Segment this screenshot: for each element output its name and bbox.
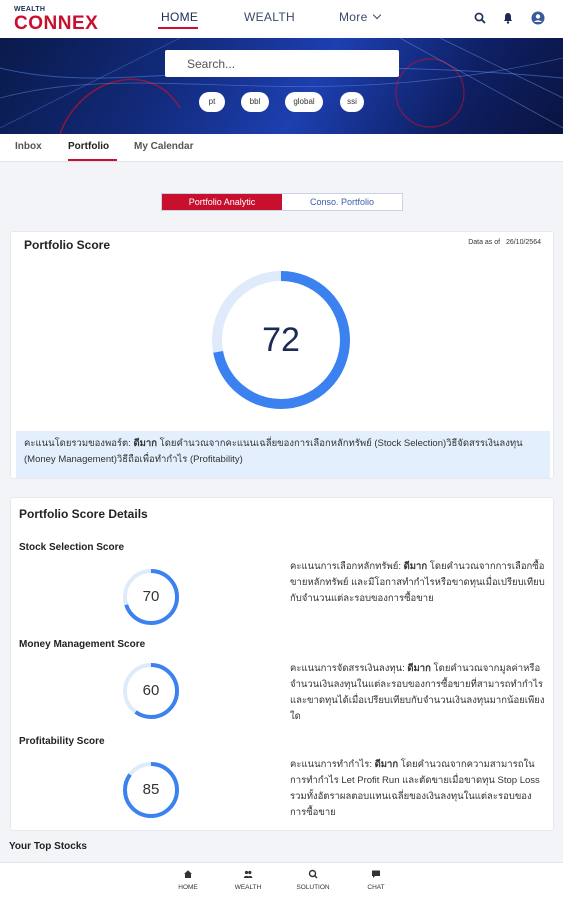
desc-prefix: คะแนนการทำกำไร: <box>290 759 375 770</box>
nav-wealth[interactable]: WEALTH <box>244 10 295 24</box>
bottom-nav-home[interactable]: HOME <box>163 869 213 891</box>
nav-more-label: More <box>339 10 368 24</box>
desc-bold: ดีมาก <box>403 561 428 572</box>
portfolio-score-details-card: Portfolio Score Details Stock Selection … <box>10 497 554 831</box>
data-as-of-label: Data as of <box>468 239 501 246</box>
portfolio-view-toggle: Portfolio Analytic Conso. Portfolio <box>161 193 403 211</box>
bottom-nav-solution-label: SOLUTION <box>296 884 330 891</box>
bottom-navbar: HOME WEALTH SOLUTION CHAT <box>0 862 563 900</box>
money-management-label: Money Management Score <box>19 639 146 650</box>
search-icon[interactable] <box>473 11 487 25</box>
bottom-nav-solution[interactable]: SOLUTION <box>288 869 338 891</box>
money-management-desc: คะแนนการจัดสรรเงินลงทุน: ดีมาก โดยคำนวณจ… <box>290 661 545 725</box>
bottom-nav-home-label: HOME <box>178 884 198 891</box>
chip-pt[interactable]: pt <box>199 92 225 112</box>
note-bold: ดีมาก <box>133 438 157 449</box>
chat-icon <box>372 870 380 878</box>
tab-inbox[interactable]: Inbox <box>15 141 42 152</box>
people-icon <box>243 870 253 878</box>
chevron-down-icon <box>372 10 381 20</box>
logo-big-text: CONNEX <box>14 13 99 34</box>
details-title: Portfolio Score Details <box>19 507 148 521</box>
top-stocks-heading: Your Top Stocks <box>9 841 87 852</box>
search-placeholder: Search... <box>187 57 236 71</box>
portfolio-score-value: 72 <box>262 321 300 359</box>
portfolio-score-title: Portfolio Score <box>24 238 111 252</box>
tab-portfolio[interactable]: Portfolio <box>68 141 109 152</box>
home-icon <box>184 870 192 878</box>
tab-portfolio-underline <box>68 159 117 161</box>
desc-prefix: คะแนนการจัดสรรเงินลงทุน: <box>290 663 408 674</box>
user-avatar-icon[interactable] <box>531 11 545 25</box>
search-input[interactable]: Search... <box>165 50 399 77</box>
hero-banner: Search... pt bbl global ssi <box>0 38 563 134</box>
sub-tabs: Inbox Portfolio My Calendar <box>0 134 563 162</box>
desc-prefix: คะแนนการเลือกหลักทรัพย์: <box>290 561 404 572</box>
data-as-of: Data as of 26/10/2564 <box>468 239 541 246</box>
bottom-nav-chat[interactable]: CHAT <box>351 869 401 891</box>
stock-selection-label: Stock Selection Score <box>19 542 125 553</box>
note-prefix: คะแนนโดยรวมของพอร์ต: <box>24 438 134 449</box>
data-as-of-date: 26/10/2564 <box>505 239 541 246</box>
profitability-label: Profitability Score <box>19 736 105 747</box>
money-management-score: 60 <box>142 682 160 699</box>
top-navbar: WEALTH CONNEX HOME WEALTH More <box>0 0 563 38</box>
stock-selection-desc: คะแนนการเลือกหลักทรัพย์: ดีมาก โดยคำนวณจ… <box>290 559 545 607</box>
solution-icon <box>308 869 318 879</box>
portfolio-score-card: Portfolio Score Data as of 26/10/2564 72… <box>10 231 554 479</box>
profitability-desc: คะแนนการทำกำไร: ดีมาก โดยคำนวณจากความสาม… <box>290 757 545 821</box>
tab-my-calendar[interactable]: My Calendar <box>134 141 193 152</box>
chip-bbl[interactable]: bbl <box>241 92 269 112</box>
nav-home-underline <box>158 27 198 29</box>
chip-ssi[interactable]: ssi <box>340 92 364 112</box>
profitability-score: 85 <box>142 781 160 798</box>
portfolio-score-note: คะแนนโดยรวมของพอร์ต: ดีมาก โดยคำนวณจากคะ… <box>16 431 550 478</box>
wealth-connex-logo[interactable]: WEALTH CONNEX <box>14 6 98 33</box>
stock-selection-score: 70 <box>142 588 160 605</box>
conso-portfolio-button[interactable]: Conso. Portfolio <box>282 194 402 210</box>
bottom-nav-chat-label: CHAT <box>367 884 385 891</box>
bottom-nav-wealth-label: WEALTH <box>234 884 262 891</box>
desc-bold: ดีมาก <box>374 759 399 770</box>
portfolio-analytic-button[interactable]: Portfolio Analytic <box>162 194 282 210</box>
nav-home[interactable]: HOME <box>161 10 198 24</box>
desc-bold: ดีมาก <box>407 663 431 674</box>
bottom-nav-wealth[interactable]: WEALTH <box>223 869 273 891</box>
bell-icon[interactable] <box>501 11 515 25</box>
chip-global[interactable]: global <box>285 92 323 112</box>
nav-more[interactable]: More <box>339 10 381 24</box>
